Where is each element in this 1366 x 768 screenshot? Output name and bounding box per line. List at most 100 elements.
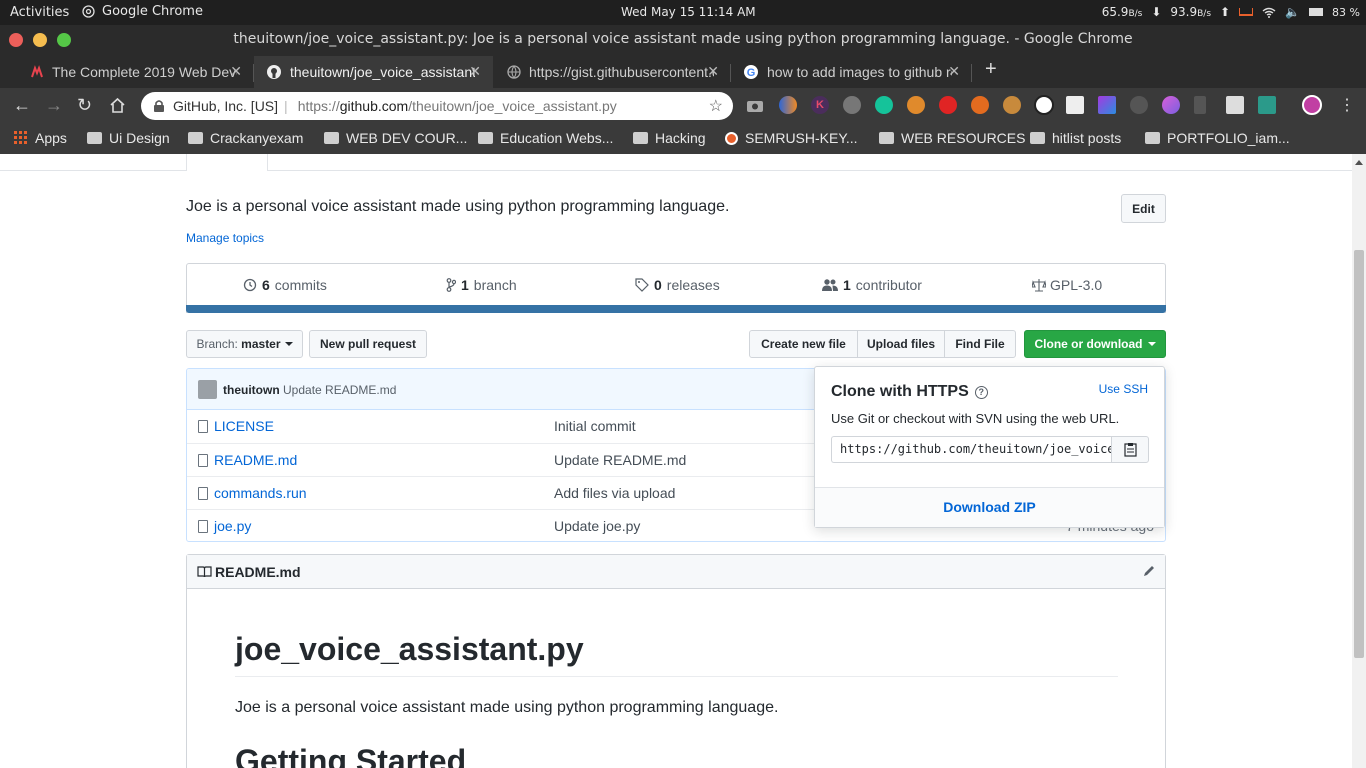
- s-extension-icon[interactable]: [1258, 96, 1276, 114]
- file-name-link[interactable]: LICENSE: [214, 418, 274, 434]
- c-extension-icon[interactable]: [1226, 96, 1244, 114]
- tab-gist[interactable]: https://gist.githubusercontent.com ✕: [495, 56, 731, 88]
- close-tab-icon[interactable]: ✕: [469, 63, 481, 80]
- h-extension-icon[interactable]: [971, 96, 989, 114]
- file-commit-message[interactable]: Update README.md: [554, 452, 686, 468]
- license-stat[interactable]: GPL-3.0: [1032, 277, 1102, 293]
- tab-udemy[interactable]: The Complete 2019 Web Development Bootca…: [18, 56, 254, 88]
- close-tab-icon[interactable]: ✕: [707, 63, 719, 80]
- tab-google-search[interactable]: G how to add images to github readme ✕: [731, 56, 972, 88]
- bookmark-folder[interactable]: WEB DEV COUR...: [324, 130, 467, 146]
- folder-icon: [879, 132, 894, 144]
- url-text: https://github.com/theuitown/joe_voice_a…: [297, 98, 617, 114]
- tab-title: how to add images to github readme: [767, 64, 952, 80]
- feather-extension-icon[interactable]: [1162, 96, 1180, 114]
- bookmark-folder[interactable]: Ui Design: [87, 130, 170, 146]
- avatar[interactable]: [198, 380, 217, 399]
- window-title-bar[interactable]: theuitown/joe_voice_assistant.py: Joe is…: [0, 25, 1366, 54]
- system-tray[interactable]: 65.9B/s ⬇ 93.9B/s ⬆ 🔈 83 %: [1102, 5, 1360, 19]
- clone-or-download-button[interactable]: Clone or download: [1024, 330, 1166, 358]
- omnibox[interactable]: GitHub, Inc. [US] | https://github.com/t…: [141, 92, 733, 120]
- back-icon[interactable]: ←: [13, 95, 31, 116]
- system-top-bar: Activities Google Chrome Wed May 15 11:1…: [0, 0, 1366, 25]
- file-name-link[interactable]: joe.py: [214, 518, 251, 534]
- branch-stat[interactable]: 1 branch: [446, 277, 517, 293]
- scrollbar-thumb[interactable]: [1354, 250, 1364, 658]
- page-scrollbar[interactable]: [1352, 154, 1366, 768]
- releases-stat[interactable]: 0 releases: [635, 277, 720, 293]
- svg-text:G: G: [747, 67, 756, 79]
- activities-button[interactable]: Activities: [10, 5, 69, 20]
- page-viewport: Joe is a personal voice assistant made u…: [0, 154, 1352, 768]
- half-circle-extension-icon[interactable]: [779, 96, 797, 114]
- bookmark-semrush[interactable]: SEMRUSH-KEY...: [725, 130, 858, 146]
- grammarly-icon[interactable]: [875, 96, 893, 114]
- file-commit-message[interactable]: Add files via upload: [554, 485, 675, 501]
- manage-topics-link[interactable]: Manage topics: [186, 231, 264, 245]
- file-icon: [198, 487, 208, 500]
- notes-extension-icon[interactable]: [1066, 96, 1084, 114]
- screenshot-extension-icon[interactable]: [746, 98, 764, 113]
- book-icon: [197, 566, 212, 578]
- bookmark-folder[interactable]: Crackanyexam: [188, 130, 303, 146]
- file-name-link[interactable]: commands.run: [214, 485, 307, 501]
- forward-icon[interactable]: →: [45, 95, 63, 116]
- reload-icon[interactable]: ↻: [77, 95, 92, 116]
- branch-select[interactable]: Branch: master: [186, 330, 303, 358]
- find-file-button[interactable]: Find File: [944, 330, 1016, 358]
- search-extension-icon[interactable]: [1034, 95, 1054, 115]
- app-menu[interactable]: Google Chrome: [82, 4, 203, 19]
- branch-icon: [446, 278, 456, 292]
- language-bar: [186, 305, 1166, 313]
- tab-strip: The Complete 2019 Web Development Bootca…: [0, 54, 1366, 88]
- color-extension-icon[interactable]: [1098, 96, 1116, 114]
- close-tab-icon[interactable]: ✕: [230, 63, 242, 80]
- pencil-icon[interactable]: [1142, 564, 1156, 578]
- bookmark-star-icon[interactable]: ☆: [709, 96, 723, 116]
- window-title: theuitown/joe_voice_assistant.py: Joe is…: [233, 31, 1133, 47]
- upload-files-button[interactable]: Upload files: [857, 330, 945, 358]
- bookmark-extension-icon[interactable]: [1194, 96, 1206, 114]
- help-icon[interactable]: ?: [974, 385, 988, 399]
- tag-icon: [635, 278, 649, 292]
- red-shield-extension-icon[interactable]: [939, 96, 957, 114]
- k-extension-icon[interactable]: K: [811, 96, 829, 114]
- commit-author[interactable]: theuitown: [223, 383, 280, 397]
- new-pull-request-button[interactable]: New pull request: [309, 330, 427, 358]
- grid-extension-icon[interactable]: [843, 96, 861, 114]
- file-commit-message[interactable]: Initial commit: [554, 418, 636, 434]
- file-name-link[interactable]: README.md: [214, 452, 297, 468]
- people-icon: [822, 279, 838, 291]
- bookmark-folder[interactable]: Education Webs...: [478, 130, 613, 146]
- scroll-up-arrow-icon[interactable]: [1355, 160, 1363, 165]
- edit-description-button[interactable]: Edit: [1121, 194, 1166, 223]
- bookmark-folder[interactable]: PORTFOLIO_iam...: [1145, 130, 1290, 146]
- profile-avatar[interactable]: [1302, 95, 1322, 115]
- download-zip-link[interactable]: Download ZIP: [815, 499, 1164, 515]
- bookmark-folder[interactable]: hitlist posts: [1030, 130, 1121, 146]
- bookmark-apps[interactable]: Apps: [14, 130, 67, 146]
- file-commit-message[interactable]: Update joe.py: [554, 518, 640, 534]
- new-tab-button[interactable]: +: [985, 58, 997, 81]
- use-ssh-link[interactable]: Use SSH: [1099, 382, 1148, 396]
- chrome-menu-icon[interactable]: ⋮: [1339, 95, 1355, 115]
- close-tab-icon[interactable]: ✕: [948, 63, 960, 80]
- clock[interactable]: Wed May 15 11:14 AM: [621, 5, 756, 19]
- commits-stat[interactable]: 6 commits: [243, 277, 327, 293]
- copy-url-button[interactable]: [1111, 436, 1149, 463]
- speed-extension-icon[interactable]: [1130, 96, 1148, 114]
- bookmark-folder[interactable]: Hacking: [633, 130, 706, 146]
- bookmark-folder[interactable]: WEB RESOURCES: [879, 130, 1025, 146]
- readme-title: README.md: [215, 564, 301, 580]
- home-icon[interactable]: [109, 97, 126, 114]
- contributors-stat[interactable]: 1 contributor: [822, 277, 922, 293]
- clone-url-input[interactable]: https://github.com/theuitown/joe_voice_a…: [831, 436, 1111, 463]
- commit-message[interactable]: Update README.md: [283, 383, 396, 397]
- tab-github-repo[interactable]: theuitown/joe_voice_assistant.py ✕: [254, 56, 493, 88]
- fox-extension-icon[interactable]: [907, 96, 925, 114]
- repo-description: Joe is a personal voice assistant made u…: [186, 198, 730, 215]
- create-new-file-button[interactable]: Create new file: [749, 330, 858, 358]
- cookie-extension-icon[interactable]: [1003, 96, 1021, 114]
- dropdown-caret-icon: [284, 342, 293, 346]
- clone-description: Use Git or checkout with SVN using the w…: [831, 411, 1120, 426]
